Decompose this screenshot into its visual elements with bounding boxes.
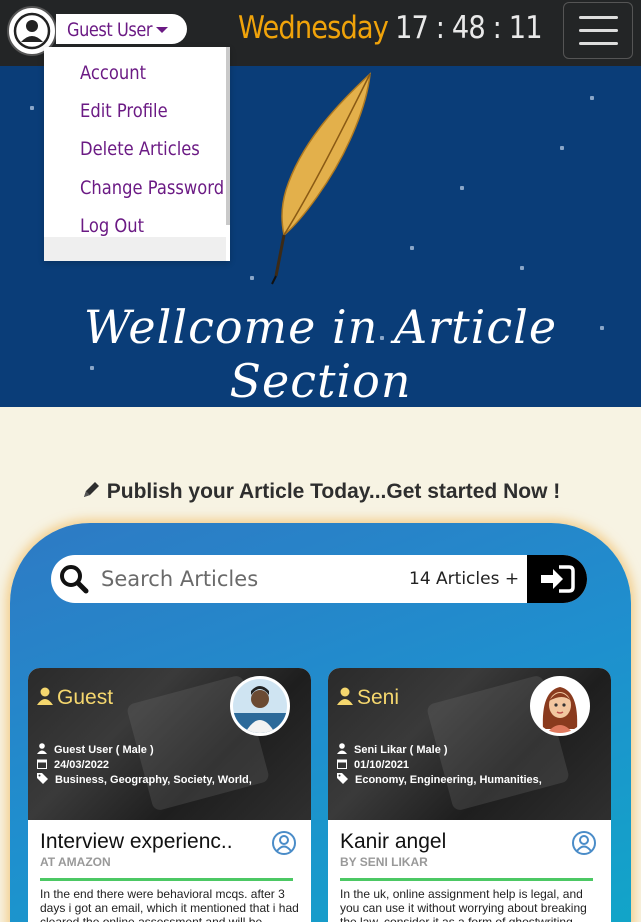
- card-user-name: Guest: [57, 686, 114, 709]
- decor-dot: [250, 276, 254, 280]
- hero-title: Wellcome in Article Section: [83, 300, 558, 407]
- clock-day: Wednesday: [238, 10, 389, 46]
- user-icon: [337, 687, 353, 705]
- article-card[interactable]: Guest Guest User ( Male ) 24/03/2022 Bus…: [28, 668, 311, 922]
- card-user-name: Seni: [357, 686, 400, 709]
- card-date: 01/10/2021: [337, 758, 409, 771]
- card-date-text: 24/03/2022: [54, 759, 110, 771]
- user-circle-icon[interactable]: [571, 830, 597, 856]
- search-input[interactable]: [101, 564, 351, 594]
- woman-avatar-icon: [533, 679, 587, 733]
- person-photo-icon: [233, 679, 287, 733]
- card-tags-text: Business, Geography, Society, World,: [55, 774, 252, 786]
- card-date-text: 01/10/2021: [354, 759, 410, 771]
- menu-item-log-out[interactable]: Log Out: [80, 215, 144, 237]
- caret-down-icon: [156, 27, 168, 33]
- search-submit-button[interactable]: [527, 555, 587, 603]
- card-title[interactable]: Interview experienc..: [40, 830, 233, 854]
- pencil-icon: [83, 482, 99, 497]
- dropdown-scrollbar[interactable]: [226, 47, 230, 225]
- card-author: Seni Likar ( Male ): [337, 743, 448, 756]
- menu-item-delete-articles[interactable]: Delete Articles: [80, 138, 200, 160]
- quill-feather-icon: [271, 72, 371, 285]
- author-photo: [530, 676, 590, 736]
- card-excerpt: In the end there were behavioral mcqs. a…: [40, 887, 299, 922]
- card-tags-text: Economy, Engineering, Humanities,: [355, 774, 542, 786]
- card-author: Guest User ( Male ): [37, 743, 154, 756]
- calendar-icon: [337, 759, 347, 769]
- publish-text: Publish your Article Today...Get started…: [106, 480, 561, 503]
- hamburger-line-icon: [579, 29, 618, 32]
- card-divider: [40, 878, 293, 881]
- card-tags: Economy, Engineering, Humanities,: [337, 773, 542, 786]
- menu-item-edit-profile[interactable]: Edit Profile: [80, 100, 168, 122]
- clock-time: 17 : 48 : 11: [395, 10, 543, 46]
- user-avatar-icon: [13, 12, 51, 50]
- publish-cta[interactable]: Publish your Article Today...Get started…: [0, 480, 641, 504]
- menu-item-change-password[interactable]: Change Password: [80, 177, 224, 199]
- card-divider: [340, 878, 593, 881]
- card-user: Seni: [337, 686, 399, 710]
- user-menu-toggle[interactable]: Guest User: [56, 14, 187, 44]
- decor-dot: [590, 96, 594, 100]
- decor-dot: [520, 266, 524, 270]
- card-subtitle: BY SENI LIKAR: [340, 855, 428, 869]
- calendar-icon: [37, 759, 47, 769]
- dropdown-footer: [44, 237, 226, 261]
- clock: Wednesday 17 : 48 : 11: [238, 10, 543, 46]
- card-subtitle: AT AMAZON: [40, 855, 111, 869]
- decor-dot: [460, 186, 464, 190]
- hamburger-line-icon: [579, 16, 618, 19]
- card-author-text: Guest User ( Male ): [54, 744, 154, 756]
- author-photo: [230, 676, 290, 736]
- search-icon[interactable]: [58, 563, 90, 595]
- card-user: Guest: [37, 686, 113, 710]
- sign-in-icon: [541, 565, 575, 593]
- user-dropdown-menu: Account Edit Profile Delete Articles Cha…: [44, 47, 230, 261]
- card-author-text: Seni Likar ( Male ): [354, 744, 448, 756]
- article-count: 14 Articles +: [409, 569, 520, 589]
- article-card[interactable]: Seni Seni Likar ( Male ) 01/10/2021 Econ…: [328, 668, 611, 922]
- decor-dot: [410, 246, 414, 250]
- decor-dot: [560, 146, 564, 150]
- card-excerpt: In the uk, online assignment help is leg…: [340, 887, 587, 922]
- card-title[interactable]: Kanir angel: [340, 830, 446, 854]
- tag-icon: [337, 773, 348, 784]
- hamburger-line-icon: [579, 42, 618, 45]
- decor-dot: [30, 106, 34, 110]
- menu-item-account[interactable]: Account: [80, 62, 146, 84]
- search-bar: 14 Articles +: [51, 555, 587, 603]
- hamburger-menu-button[interactable]: [563, 2, 633, 59]
- card-tags: Business, Geography, Society, World,: [37, 773, 252, 786]
- user-icon: [37, 687, 53, 705]
- user-name: Guest User: [67, 19, 153, 41]
- card-date: 24/03/2022: [37, 758, 109, 771]
- user-circle-icon[interactable]: [271, 830, 297, 856]
- user-icon: [337, 743, 347, 754]
- user-icon: [37, 743, 47, 754]
- tag-icon: [37, 773, 48, 784]
